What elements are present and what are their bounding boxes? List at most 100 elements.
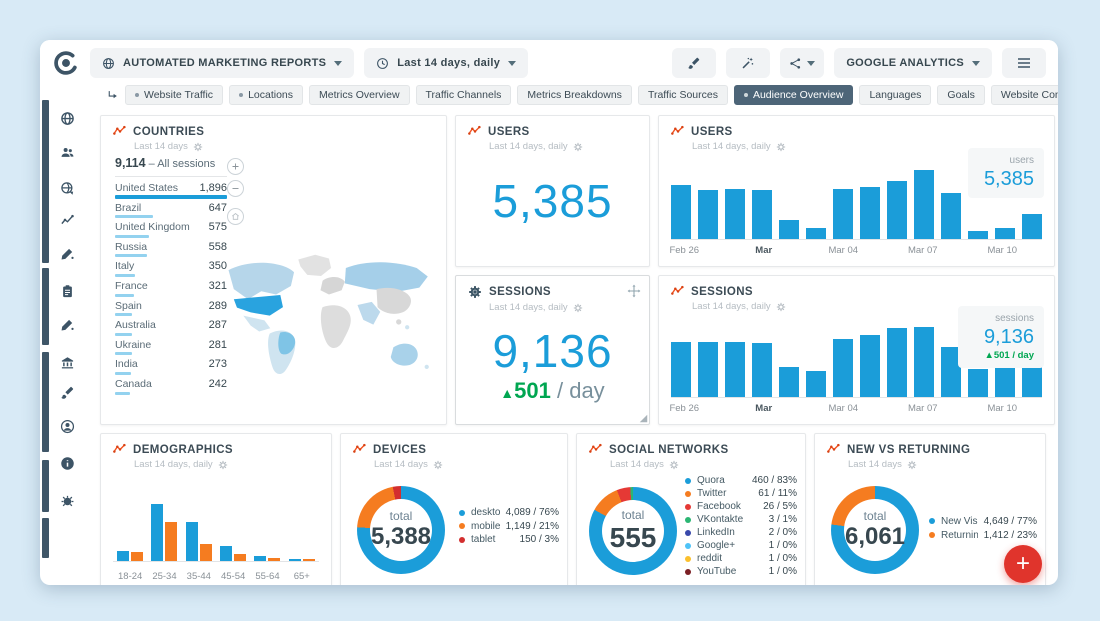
gear-icon[interactable] xyxy=(776,142,786,152)
country-name: Russia xyxy=(115,241,147,253)
sidebar-bank-icon[interactable] xyxy=(59,354,75,370)
map-zoom-out-button[interactable] xyxy=(227,180,244,197)
bar xyxy=(941,193,961,239)
widget-chart-icon xyxy=(589,443,602,456)
tab-label: Languages xyxy=(869,89,921,101)
legend-row: YouTube1 / 0% xyxy=(685,565,797,578)
tab-dot xyxy=(744,93,748,97)
devices-widget[interactable]: DEVICES Last 14 days total 5,388 desktop… xyxy=(340,433,568,585)
tab-goals[interactable]: Goals xyxy=(937,85,984,105)
sidebar-pen2-icon[interactable] xyxy=(59,316,75,332)
country-row: Spain289 xyxy=(115,298,227,318)
tab-website-traffic[interactable]: Website Traffic xyxy=(125,85,223,105)
tab-traffic-channels[interactable]: Traffic Channels xyxy=(416,85,512,105)
tab-website-content[interactable]: Website Content xyxy=(991,85,1058,105)
sidebar-world-sync-icon[interactable] xyxy=(59,180,75,196)
new-vs-returning-donut: total 6,061 xyxy=(831,486,919,574)
sessions-delta: ▲501 / day xyxy=(456,378,649,404)
tab-indent-arrow-icon xyxy=(106,89,119,102)
legend-name: desktop xyxy=(471,507,500,518)
move-handle-icon[interactable] xyxy=(627,284,641,298)
sidebar-bug-icon[interactable] xyxy=(59,492,75,508)
country-name: Canada xyxy=(115,378,152,390)
tab-languages[interactable]: Languages xyxy=(859,85,931,105)
sidebar-brush-icon[interactable] xyxy=(59,384,75,400)
country-bar xyxy=(115,274,135,277)
resize-handle-icon[interactable] xyxy=(639,414,648,423)
country-row: United States 1,896 xyxy=(115,180,227,200)
legend-dot xyxy=(459,510,465,516)
bar-group xyxy=(147,504,181,561)
tab-locations[interactable]: Locations xyxy=(229,85,303,105)
sidebar-team-icon[interactable] xyxy=(59,144,75,160)
sessions-chart-widget[interactable]: SESSIONS Last 14 days, daily Feb 26MarMa… xyxy=(658,275,1055,425)
sessions-number-widget[interactable]: SESSIONS Last 14 days, daily 9,136 ▲501 … xyxy=(455,275,650,425)
bar xyxy=(995,368,1015,397)
sidebar-rail-segment xyxy=(42,268,49,345)
legend-row: Google+1 / 0% xyxy=(685,539,797,552)
sidebar-user-icon[interactable] xyxy=(59,418,75,434)
widget-chart-icon xyxy=(113,443,126,456)
sidebar-clipboard-icon[interactable] xyxy=(59,283,75,299)
bar xyxy=(860,335,880,397)
widget-title: COUNTRIES xyxy=(133,126,204,138)
magic-wand-button[interactable] xyxy=(726,48,770,78)
country-bar xyxy=(115,392,130,395)
country-value: 1,896 xyxy=(199,182,227,194)
theme-brush-button[interactable] xyxy=(672,48,716,78)
widget-title: SESSIONS xyxy=(489,286,551,298)
world-map[interactable] xyxy=(219,214,441,414)
widget-subtitle: Last 14 days, daily xyxy=(692,141,771,152)
legend-value: 150 / 3% xyxy=(520,534,559,545)
gear-icon[interactable] xyxy=(573,142,583,152)
gear-icon[interactable] xyxy=(573,303,583,313)
menu-button[interactable] xyxy=(1002,48,1046,78)
gear-dark-icon xyxy=(468,285,482,299)
x-axis-label: Mar xyxy=(755,403,772,414)
bar xyxy=(254,556,266,561)
bar xyxy=(186,522,198,561)
demographics-widget[interactable]: DEMOGRAPHICS Last 14 days, daily 18-2425… xyxy=(100,433,332,585)
country-name: United States xyxy=(115,182,178,194)
x-axis-label: Feb 26 xyxy=(669,403,699,414)
clock-icon xyxy=(376,57,389,70)
bar xyxy=(833,189,853,239)
gear-icon[interactable] xyxy=(907,460,917,470)
users-number-widget[interactable]: USERS Last 14 days, daily 5,385 xyxy=(455,115,650,267)
tab-metrics-breakdowns[interactable]: Metrics Breakdowns xyxy=(517,85,632,105)
x-axis-label: Mar 04 xyxy=(828,403,858,414)
sidebar-globe-icon[interactable] xyxy=(59,110,75,126)
source-dropdown[interactable]: GOOGLE ANALYTICS xyxy=(834,48,992,78)
gear-icon[interactable] xyxy=(433,460,443,470)
legend-name: tablet xyxy=(471,534,514,545)
add-widget-fab[interactable]: + xyxy=(1004,545,1042,583)
gear-icon[interactable] xyxy=(193,142,203,152)
report-dropdown[interactable]: AUTOMATED MARKETING REPORTS xyxy=(90,48,354,78)
bar xyxy=(151,504,163,561)
sidebar-trend-icon[interactable] xyxy=(59,212,75,228)
sidebar-pen-icon[interactable] xyxy=(59,245,75,261)
bar xyxy=(968,231,988,239)
bar xyxy=(995,228,1015,239)
gear-icon[interactable] xyxy=(776,302,786,312)
sidebar-info-icon[interactable] xyxy=(59,455,75,471)
tab-audience-overview[interactable]: Audience Overview xyxy=(734,85,853,105)
social-networks-widget[interactable]: SOCIAL NETWORKS Last 14 days total 555 Q… xyxy=(576,433,806,585)
bar xyxy=(725,342,745,397)
gear-icon[interactable] xyxy=(218,460,228,470)
map-zoom-in-button[interactable] xyxy=(227,158,244,175)
legend-row: Twitter61 / 11% xyxy=(685,487,797,500)
sidebar-rail-segment xyxy=(42,518,49,558)
gear-icon[interactable] xyxy=(669,460,679,470)
tab-traffic-sources[interactable]: Traffic Sources xyxy=(638,85,728,105)
x-axis-label: Feb 26 xyxy=(669,245,699,256)
period-dropdown[interactable]: Last 14 days, daily xyxy=(364,48,528,78)
users-chart-widget[interactable]: USERS Last 14 days, daily Feb 26MarMar 0… xyxy=(658,115,1055,267)
share-button[interactable] xyxy=(780,48,824,78)
tab-metrics-overview[interactable]: Metrics Overview xyxy=(309,85,410,105)
countries-widget[interactable]: COUNTRIES Last 14 days 9,114 – All sessi… xyxy=(100,115,447,425)
bar-group xyxy=(216,504,250,561)
top-toolbar: AUTOMATED MARKETING REPORTS Last 14 days… xyxy=(40,40,1058,86)
sidebar-rail-segment xyxy=(42,352,49,452)
x-axis-label: 65+ xyxy=(285,571,319,582)
